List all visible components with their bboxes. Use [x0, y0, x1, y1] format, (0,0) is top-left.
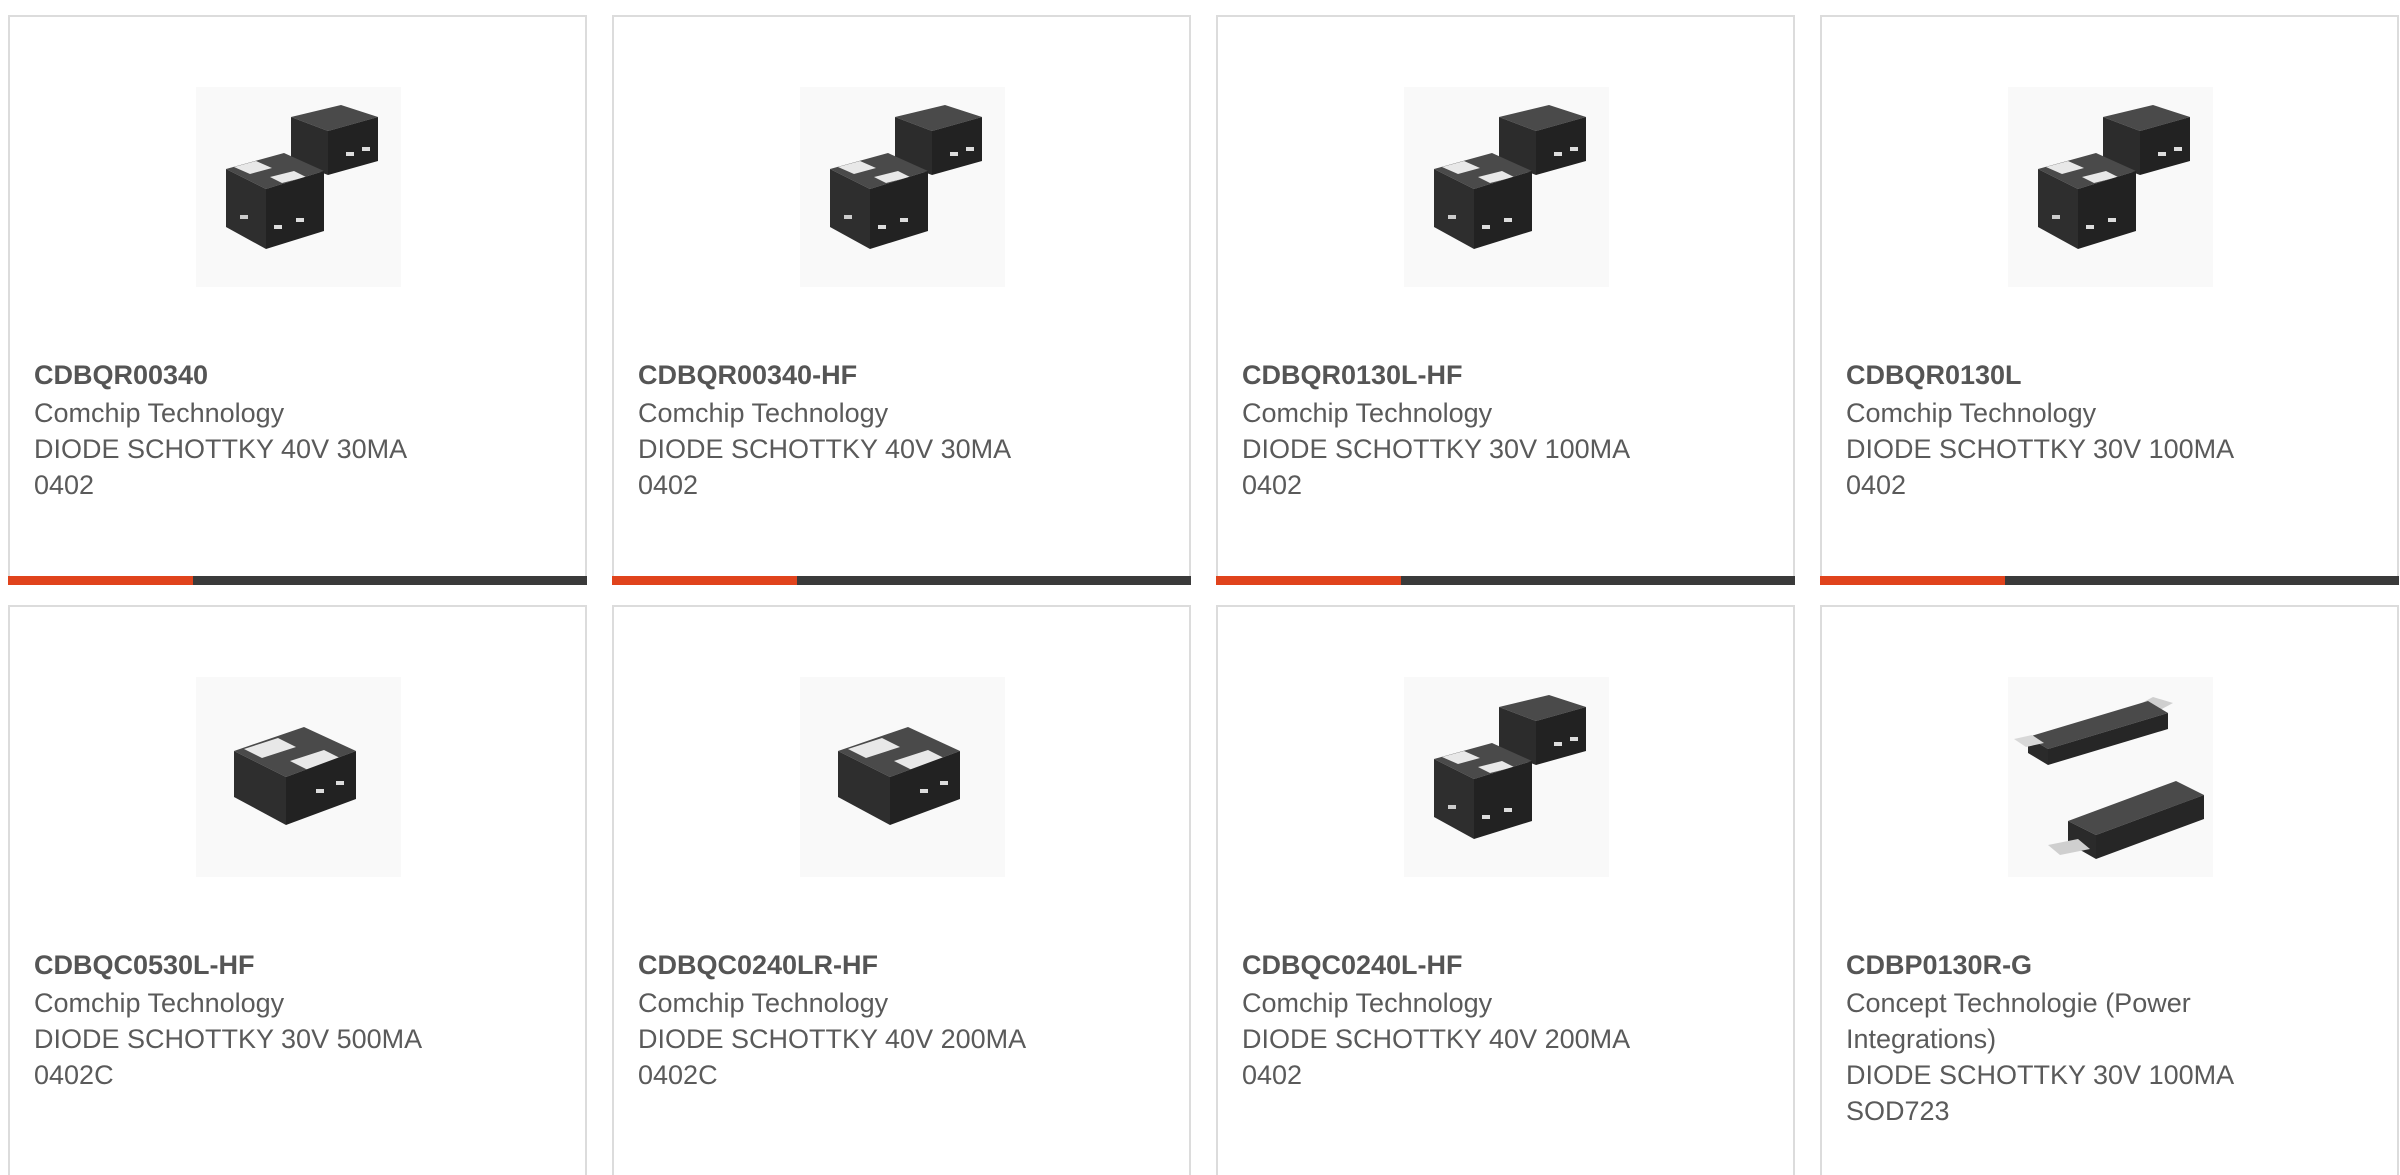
progress-bar	[8, 576, 587, 585]
manufacturer: Comchip Technology	[1846, 398, 2097, 428]
product-card[interactable]: CDBQR00340-HF Comchip Technology DIODE S…	[612, 15, 1191, 585]
product-info: CDBP0130R-G Concept Technologie (Power I…	[1846, 947, 2246, 1129]
single-chip-package-icon	[196, 677, 401, 877]
package: 0402C	[34, 1060, 114, 1090]
package: 0402	[638, 470, 699, 500]
package: 0402C	[638, 1060, 718, 1090]
product-info: CDBQC0240LR-HF Comchip Technology DIODE …	[638, 947, 1078, 1093]
part-number[interactable]: CDBQR00340	[34, 357, 474, 393]
part-number[interactable]: CDBQC0240L-HF	[1242, 947, 1682, 983]
product-card[interactable]: CDBP0130R-G Concept Technologie (Power I…	[1820, 605, 2399, 1175]
product-info: CDBQC0240L-HF Comchip Technology DIODE S…	[1242, 947, 1682, 1093]
description: DIODE SCHOTTKY 40V 200MA	[1242, 1024, 1631, 1054]
package: 0402	[1846, 470, 1907, 500]
product-info: CDBQR00340-HF Comchip Technology DIODE S…	[638, 357, 1078, 503]
progress-bar	[1820, 576, 2399, 585]
description: DIODE SCHOTTKY 30V 100MA	[1846, 1060, 2235, 1090]
dual-chip-package-icon	[800, 87, 1005, 287]
dual-chip-package-icon	[1404, 87, 1609, 287]
product-card[interactable]: CDBQC0530L-HF Comchip Technology DIODE S…	[8, 605, 587, 1175]
description: DIODE SCHOTTKY 30V 100MA	[1242, 434, 1631, 464]
progress-bar-fill	[1216, 576, 1402, 585]
product-card[interactable]: CDBQC0240LR-HF Comchip Technology DIODE …	[612, 605, 1191, 1175]
manufacturer: Comchip Technology	[638, 398, 889, 428]
product-card[interactable]: CDBQR0130L-HF Comchip Technology DIODE S…	[1216, 15, 1795, 585]
product-info: CDBQR0130L-HF Comchip Technology DIODE S…	[1242, 357, 1682, 503]
product-card[interactable]: CDBQC0240L-HF Comchip Technology DIODE S…	[1216, 605, 1795, 1175]
manufacturer: Comchip Technology	[34, 398, 285, 428]
package: SOD723	[1846, 1096, 1950, 1126]
manufacturer: Comchip Technology	[1242, 988, 1493, 1018]
sod723-package-icon	[2008, 677, 2213, 877]
product-info: CDBQR0130L Comchip Technology DIODE SCHO…	[1846, 357, 2286, 503]
description: DIODE SCHOTTKY 40V 30MA	[638, 434, 1012, 464]
description: DIODE SCHOTTKY 40V 200MA	[638, 1024, 1027, 1054]
manufacturer: Comchip Technology	[638, 988, 889, 1018]
single-chip-package-icon	[800, 677, 1005, 877]
dual-chip-package-icon	[196, 87, 401, 287]
part-number[interactable]: CDBQC0240LR-HF	[638, 947, 1078, 983]
manufacturer: Concept Technologie (Power Integrations)	[1846, 988, 2191, 1054]
package: 0402	[34, 470, 95, 500]
product-grid: CDBQR00340 Comchip Technology DIODE SCHO…	[8, 15, 2399, 1175]
package: 0402	[1242, 1060, 1303, 1090]
part-number[interactable]: CDBQR00340-HF	[638, 357, 1078, 393]
package: 0402	[1242, 470, 1303, 500]
part-number[interactable]: CDBP0130R-G	[1846, 947, 2246, 983]
progress-bar-fill	[1820, 576, 2006, 585]
product-info: CDBQR00340 Comchip Technology DIODE SCHO…	[34, 357, 474, 503]
progress-bar-fill	[612, 576, 798, 585]
part-number[interactable]: CDBQC0530L-HF	[34, 947, 474, 983]
progress-bar	[612, 576, 1191, 585]
progress-bar	[1216, 576, 1795, 585]
product-card[interactable]: CDBQR0130L Comchip Technology DIODE SCHO…	[1820, 15, 2399, 585]
manufacturer: Comchip Technology	[34, 988, 285, 1018]
description: DIODE SCHOTTKY 40V 30MA	[34, 434, 408, 464]
manufacturer: Comchip Technology	[1242, 398, 1493, 428]
dual-chip-package-icon	[2008, 87, 2213, 287]
product-card[interactable]: CDBQR00340 Comchip Technology DIODE SCHO…	[8, 15, 587, 585]
product-info: CDBQC0530L-HF Comchip Technology DIODE S…	[34, 947, 474, 1093]
description: DIODE SCHOTTKY 30V 100MA	[1846, 434, 2235, 464]
description: DIODE SCHOTTKY 30V 500MA	[34, 1024, 423, 1054]
part-number[interactable]: CDBQR0130L-HF	[1242, 357, 1682, 393]
part-number[interactable]: CDBQR0130L	[1846, 357, 2286, 393]
progress-bar-fill	[8, 576, 194, 585]
dual-chip-package-icon	[1404, 677, 1609, 877]
